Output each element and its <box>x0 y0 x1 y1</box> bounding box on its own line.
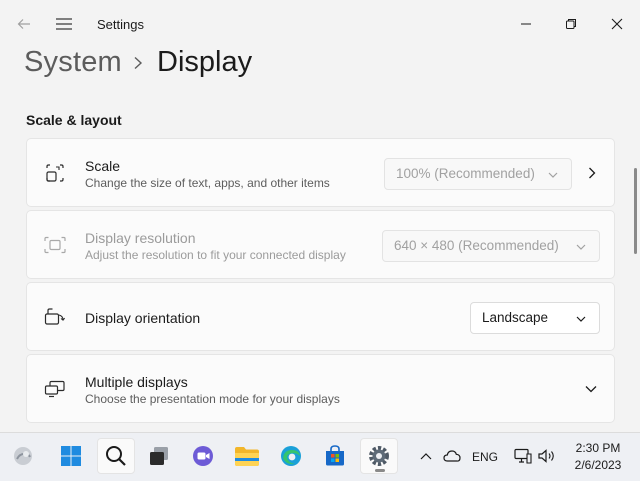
start-icon[interactable] <box>52 438 90 474</box>
scale-description: Change the size of text, apps, and other… <box>85 176 330 190</box>
hamburger-icon[interactable] <box>50 10 78 38</box>
chat-icon[interactable] <box>184 438 222 474</box>
scale-value: 100% (Recommended) <box>396 166 535 181</box>
scale-icon <box>43 161 67 185</box>
orientation-setting-card[interactable]: Display orientation Landscape <box>26 282 615 351</box>
scale-title: Scale <box>85 158 121 174</box>
multiple-displays-card[interactable]: Multiple displays Choose the presentatio… <box>26 354 615 423</box>
widgets-icon[interactable] <box>4 438 42 474</box>
resolution-setting-card[interactable]: Display resolution Adjust the resolution… <box>26 210 615 279</box>
minimize-icon[interactable] <box>512 10 540 38</box>
breadcrumb-system[interactable]: System <box>24 46 122 79</box>
app-title: Settings <box>97 17 144 32</box>
scale-setting-card[interactable]: Scale Change the size of text, apps, and… <box>26 138 615 207</box>
volume-icon[interactable] <box>535 438 559 474</box>
edge-icon[interactable] <box>272 438 310 474</box>
section-header: Scale & layout <box>26 112 122 128</box>
chevron-right-icon[interactable] <box>584 165 600 181</box>
cloud-icon[interactable] <box>440 438 464 474</box>
back-arrow-icon[interactable] <box>10 10 38 38</box>
language-indicator[interactable]: ENG <box>472 450 498 464</box>
resolution-dropdown[interactable]: 640 × 480 (Recommended) <box>382 230 600 262</box>
multiple-displays-description: Choose the presentation mode for your di… <box>85 392 340 406</box>
chevron-down-icon <box>576 316 586 322</box>
network-icon[interactable] <box>511 438 535 474</box>
scrollbar-thumb[interactable] <box>634 168 637 254</box>
chevron-up-icon[interactable] <box>415 438 437 474</box>
multiple-displays-title: Multiple displays <box>85 374 188 390</box>
multiple-displays-icon <box>43 377 67 401</box>
resolution-title: Display resolution <box>85 230 196 246</box>
chevron-down-icon <box>576 244 586 250</box>
maximize-icon[interactable] <box>557 10 585 38</box>
clock-time: 2:30 PM <box>575 441 621 455</box>
resolution-description: Adjust the resolution to fit your connec… <box>85 248 346 262</box>
orientation-icon <box>43 305 67 329</box>
orientation-title: Display orientation <box>85 310 201 326</box>
settings-app-icon[interactable] <box>360 438 398 474</box>
resolution-icon <box>43 233 67 257</box>
clock-date: 2/6/2023 <box>574 458 622 472</box>
search-icon[interactable] <box>97 438 135 474</box>
task-view-icon[interactable] <box>140 438 178 474</box>
page-title: Display <box>157 46 253 78</box>
file-explorer-icon[interactable] <box>228 438 266 474</box>
close-icon[interactable] <box>603 10 631 38</box>
orientation-dropdown[interactable]: Landscape <box>470 302 600 334</box>
chevron-right-icon <box>130 53 146 73</box>
scale-dropdown[interactable]: 100% (Recommended) <box>384 158 572 190</box>
resolution-value: 640 × 480 (Recommended) <box>394 238 559 253</box>
chevron-down-icon[interactable] <box>583 381 599 397</box>
store-icon[interactable] <box>316 438 354 474</box>
chevron-down-icon <box>548 172 558 178</box>
title-bar: Settings <box>0 0 640 46</box>
orientation-value: Landscape <box>482 310 549 325</box>
system-clock[interactable]: 2:30 PM 2/6/2023 <box>566 440 630 474</box>
